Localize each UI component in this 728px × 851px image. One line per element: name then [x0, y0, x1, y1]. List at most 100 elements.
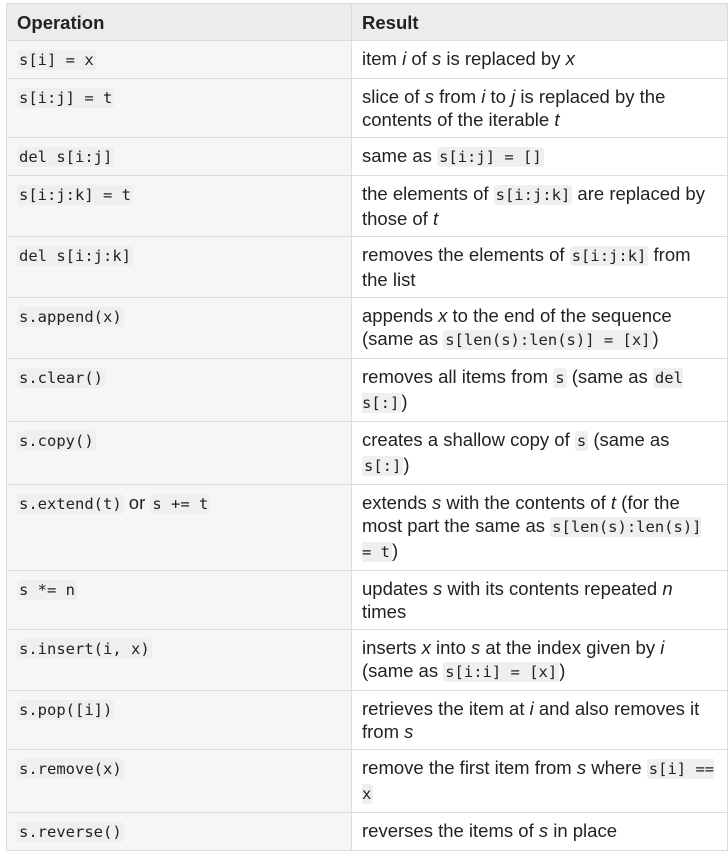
operation-cell: s *= n [6, 570, 352, 630]
result-cell: retrieves the item at i and also removes… [351, 690, 728, 750]
operation-cell: s.pop([i]) [6, 690, 352, 750]
text-fragment: with the contents of [441, 492, 611, 513]
result-cell: reverses the items of s in place [351, 812, 728, 851]
code-snippet: s.clear() [17, 368, 105, 388]
code-snippet: del s[i:j:k] [17, 246, 133, 266]
italic-variable: s [471, 637, 481, 658]
table-row: s.copy() creates a shallow copy of s (sam… [6, 421, 728, 485]
text-fragment: is replaced by [441, 48, 566, 69]
result-cell: creates a shallow copy of s (same as s[:… [351, 421, 728, 485]
header-operation: Operation [6, 3, 352, 41]
italic-variable: s [576, 757, 587, 778]
text-fragment: removes all items from [362, 366, 554, 387]
operation-cell: s.remove(x) [6, 749, 352, 813]
code-snippet: s [574, 431, 589, 451]
code-snippet: s.insert(i, x) [17, 639, 152, 659]
text-fragment: removes the elements of [362, 244, 570, 265]
text-fragment: of [406, 48, 432, 69]
text-fragment: (same as [588, 429, 670, 450]
table-row: s.append(x) appends x to the end of the s… [6, 297, 728, 359]
result-cell: remove the first item from s where s[i] … [351, 749, 728, 813]
italic-variable: i [660, 637, 665, 658]
code-snippet: s[:] [362, 456, 404, 476]
table-row: s[i:j:k] = t the elements of s[i:j:k] are… [6, 175, 728, 237]
table-row: s.pop([i]) retrieves the item at i and al… [6, 690, 728, 750]
operation-cell: s.append(x) [6, 297, 352, 359]
text-fragment: (same as [566, 366, 653, 387]
italic-variable: s [404, 721, 414, 742]
code-snippet: s[len(s):len(s)] = [x] [443, 330, 653, 350]
table-row: del s[i:j:k] removes the elements of s[i:… [6, 236, 728, 298]
code-snippet: s[i:j] = [] [437, 147, 544, 167]
text-fragment: slice of [362, 86, 425, 107]
italic-variable: x [565, 48, 575, 69]
text-fragment: remove the first item from [362, 757, 577, 778]
italic-variable: x [438, 305, 448, 326]
text-fragment: with its contents repeated [442, 578, 663, 599]
header-row: Operation Result [6, 3, 728, 41]
result-cell: appends x to the end of the sequence (sa… [351, 297, 728, 359]
code-snippet: s[i:i] = [x] [443, 662, 560, 682]
table-row: s.remove(x) remove the first item from s … [6, 749, 728, 813]
table-row: s[i:j] = t slice of s from i to j is repl… [6, 78, 728, 138]
result-cell: inserts x into s at the index given by i… [351, 629, 728, 691]
code-snippet: s += t [150, 494, 211, 514]
result-cell: same as s[i:j] = [] [351, 137, 728, 176]
table-row: s.clear() removes all items from s (same … [6, 358, 728, 422]
text-fragment: appends [362, 305, 439, 326]
operation-cell: s[i:j] = t [6, 78, 352, 138]
header-result: Result [351, 3, 728, 41]
operation-cell: s[i] = x [6, 40, 352, 79]
text-fragment: or [123, 492, 151, 513]
operation-cell: s.insert(i, x) [6, 629, 352, 691]
text-fragment: retrieves the item at [362, 698, 530, 719]
italic-variable: t [432, 208, 439, 229]
text-fragment: ) [401, 391, 408, 412]
operations-table: Operation Result s[i] = x item i of s is … [6, 3, 728, 851]
text-fragment: (same as [362, 660, 444, 681]
operation-cell: s.extend(t) or s += t [6, 484, 352, 571]
code-snippet: del s[i:j] [17, 147, 115, 167]
table-row: s.reverse() reverses the items of s in pl… [6, 812, 728, 851]
code-snippet: s[i:j:k] [569, 246, 649, 266]
operation-cell: s[i:j:k] = t [6, 175, 352, 237]
table-body: s[i] = x item i of s is replaced by x s[i:… [6, 40, 728, 851]
italic-variable: s [424, 86, 434, 107]
text-fragment: ) [559, 660, 566, 681]
result-cell: removes all items from s (same as del s[… [351, 358, 728, 422]
result-cell: removes the elements of s[i:j:k] from th… [351, 236, 728, 298]
italic-variable: s [431, 492, 442, 513]
result-cell: extends s with the contents of t (for th… [351, 484, 728, 571]
operation-cell: del s[i:j] [6, 137, 352, 176]
table-row: s.extend(t) or s += t extends s with the … [6, 484, 728, 571]
text-fragment: item [362, 48, 403, 69]
code-snippet: s.pop([i]) [17, 700, 115, 720]
table-row: del s[i:j] same as s[i:j] = [] [6, 137, 728, 176]
operation-cell: del s[i:j:k] [6, 236, 352, 298]
text-fragment: times [362, 601, 407, 622]
text-fragment: reverses the items of [362, 820, 539, 841]
code-snippet: s.copy() [17, 431, 96, 451]
text-fragment: at the index given by [480, 637, 661, 658]
text-fragment: updates [362, 578, 433, 599]
code-snippet: s[i:j] = t [17, 88, 115, 108]
table-row: s *= n updates s with its contents repeat… [6, 570, 728, 630]
italic-variable: t [554, 109, 560, 130]
text-fragment: from [433, 86, 482, 107]
result-cell: item i of s is replaced by x [351, 40, 728, 79]
text-fragment: ) [652, 328, 659, 349]
italic-variable: n [662, 578, 673, 599]
text-fragment: extends [362, 492, 432, 513]
text-fragment: where [586, 757, 647, 778]
italic-variable: s [538, 820, 549, 841]
code-snippet: s[i:j:k] [493, 185, 573, 205]
code-snippet: s *= n [17, 580, 77, 600]
code-snippet: s[i:j:k] = t [17, 185, 133, 205]
italic-variable: s [431, 48, 442, 69]
result-cell: updates s with its contents repeated n t… [351, 570, 728, 630]
code-snippet: s.append(x) [17, 307, 124, 327]
operation-cell: s.clear() [6, 358, 352, 422]
table-row: s.insert(i, x) inserts x into s at the in… [6, 629, 728, 691]
text-fragment: to [485, 86, 512, 107]
code-snippet: s[i] = x [17, 50, 96, 70]
